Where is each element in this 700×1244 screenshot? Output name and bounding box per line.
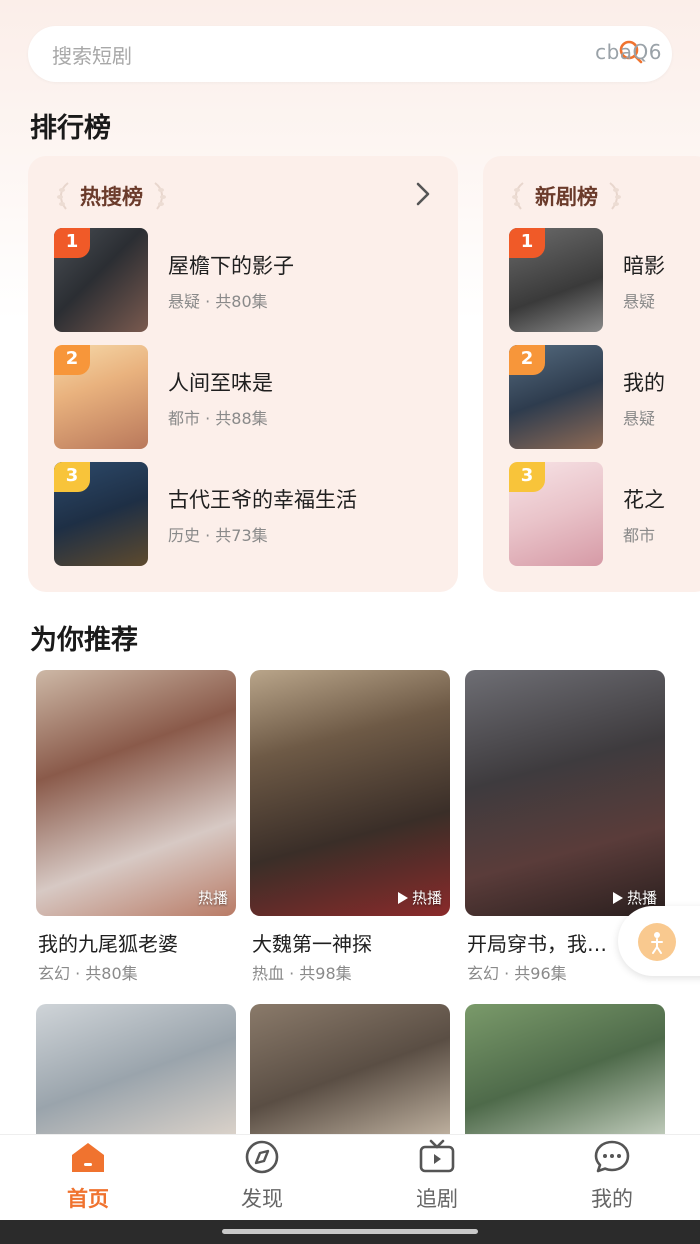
float-icon <box>638 923 676 961</box>
drama-poster[interactable] <box>465 1004 665 1144</box>
nav-item-discover[interactable]: 发现 <box>202 1135 322 1221</box>
rank-panel-title: 新剧榜 <box>535 185 598 209</box>
drama-poster[interactable] <box>36 1004 236 1144</box>
search-bar[interactable]: 搜索短剧 cbaQ6 <box>28 26 672 82</box>
tv-icon <box>419 1139 455 1173</box>
drama-card[interactable]: 热播 我的九尾狐老婆 玄幻 · 共80集 <box>36 670 236 990</box>
drama-meta: 都市 · 共88集 <box>168 409 268 428</box>
nav-label: 我的 <box>591 1187 633 1211</box>
rank-item[interactable]: 2 我的 悬疑 <box>509 345 699 449</box>
rank-panel-hot[interactable]: 热搜榜 1 屋檐下的影子 悬疑 · 共80集 2 人间至味是 都市 · 共88集… <box>28 156 458 592</box>
hot-label: 热播 <box>197 889 228 907</box>
drama-meta: 都市 <box>623 526 656 545</box>
rank-badge: 2 <box>509 345 545 375</box>
laurel-left-icon <box>512 182 524 210</box>
drama-poster: 热播 <box>36 670 236 916</box>
hot-badge: 热播 <box>612 887 657 908</box>
laurel-right-icon <box>609 182 621 210</box>
home-icon <box>72 1143 104 1172</box>
watermark-text: cbaQ6 <box>595 40 662 64</box>
drama-meta: 历史 · 共73集 <box>168 526 268 545</box>
hot-label: 热播 <box>411 889 442 907</box>
drama-cover: 2 <box>54 345 148 449</box>
nav-item-home[interactable]: 首页 <box>28 1135 148 1221</box>
rank-badge: 1 <box>54 228 90 258</box>
nav-label: 首页 <box>67 1187 109 1211</box>
search-placeholder: 搜索短剧 <box>52 44 132 68</box>
person-icon <box>651 932 663 954</box>
drama-title: 古代王爷的幸福生活 <box>168 488 357 512</box>
rank-badge: 3 <box>509 462 545 492</box>
drama-poster: 热播 <box>465 670 665 916</box>
discover-icon <box>245 1140 279 1174</box>
section-title-rank: 排行榜 <box>30 113 111 144</box>
hot-badge: 热播 <box>397 887 442 908</box>
drama-cover: 3 <box>509 462 603 566</box>
laurel-left-icon <box>57 182 69 210</box>
drama-meta: 悬疑 <box>623 292 656 311</box>
chat-icon <box>594 1140 630 1173</box>
drama-cover: 1 <box>54 228 148 332</box>
drama-poster: 热播 <box>250 670 450 916</box>
nav-label: 发现 <box>241 1187 283 1211</box>
rank-badge: 2 <box>54 345 90 375</box>
drama-cover: 3 <box>54 462 148 566</box>
hot-label: 热播 <box>626 889 657 907</box>
drama-meta: 玄幻 · 共80集 <box>38 964 138 983</box>
hot-badge: 热播 <box>198 887 228 908</box>
nav-item-follow[interactable]: 追剧 <box>377 1135 497 1221</box>
drama-cover: 1 <box>509 228 603 332</box>
laurel-right-icon <box>154 182 166 210</box>
play-icon <box>612 891 623 904</box>
drama-title: 屋檐下的影子 <box>168 254 294 278</box>
rank-item[interactable]: 3 古代王爷的幸福生活 历史 · 共73集 <box>54 462 434 566</box>
drama-title: 我的 <box>623 371 665 395</box>
rank-panel-title: 热搜榜 <box>80 185 143 209</box>
drama-title: 我的九尾狐老婆 <box>38 932 178 956</box>
floating-action-button[interactable] <box>618 906 700 976</box>
rank-badge: 3 <box>54 462 90 492</box>
section-title-recommend: 为你推荐 <box>30 625 138 656</box>
system-navigation-bar <box>0 1220 700 1244</box>
rank-item[interactable]: 3 花之 都市 <box>509 462 699 566</box>
drama-title: 花之 <box>623 488 665 512</box>
drama-meta: 玄幻 · 共96集 <box>467 964 567 983</box>
drama-meta: 悬疑 <box>623 409 656 428</box>
bottom-nav: 首页 发现 追剧 我的 <box>0 1134 700 1220</box>
drama-cover: 2 <box>509 345 603 449</box>
rank-item[interactable]: 1 暗影 悬疑 <box>509 228 699 332</box>
rank-item[interactable]: 2 人间至味是 都市 · 共88集 <box>54 345 434 449</box>
rank-panel-header: 热搜榜 <box>54 178 169 214</box>
drama-meta: 悬疑 · 共80集 <box>168 292 268 311</box>
drama-title: 暗影 <box>623 254 665 278</box>
rank-panel-new[interactable]: 新剧榜 1 暗影 悬疑 2 我的 悬疑 3 花之 都市 <box>483 156 700 592</box>
nav-item-mine[interactable]: 我的 <box>552 1135 672 1221</box>
drama-title: 大魏第一神探 <box>252 932 372 956</box>
nav-label: 追剧 <box>416 1187 458 1211</box>
play-icon <box>397 891 408 904</box>
rank-item[interactable]: 1 屋檐下的影子 悬疑 · 共80集 <box>54 228 434 332</box>
drama-card[interactable]: 热播 大魏第一神探 热血 · 共98集 <box>250 670 450 990</box>
chevron-right-icon[interactable] <box>412 180 434 208</box>
rank-badge: 1 <box>509 228 545 258</box>
drama-title: 人间至味是 <box>168 371 273 395</box>
drama-meta: 热血 · 共98集 <box>252 964 352 983</box>
drama-poster[interactable] <box>250 1004 450 1144</box>
rank-panel-header: 新剧榜 <box>509 178 624 214</box>
home-indicator[interactable] <box>222 1229 478 1234</box>
